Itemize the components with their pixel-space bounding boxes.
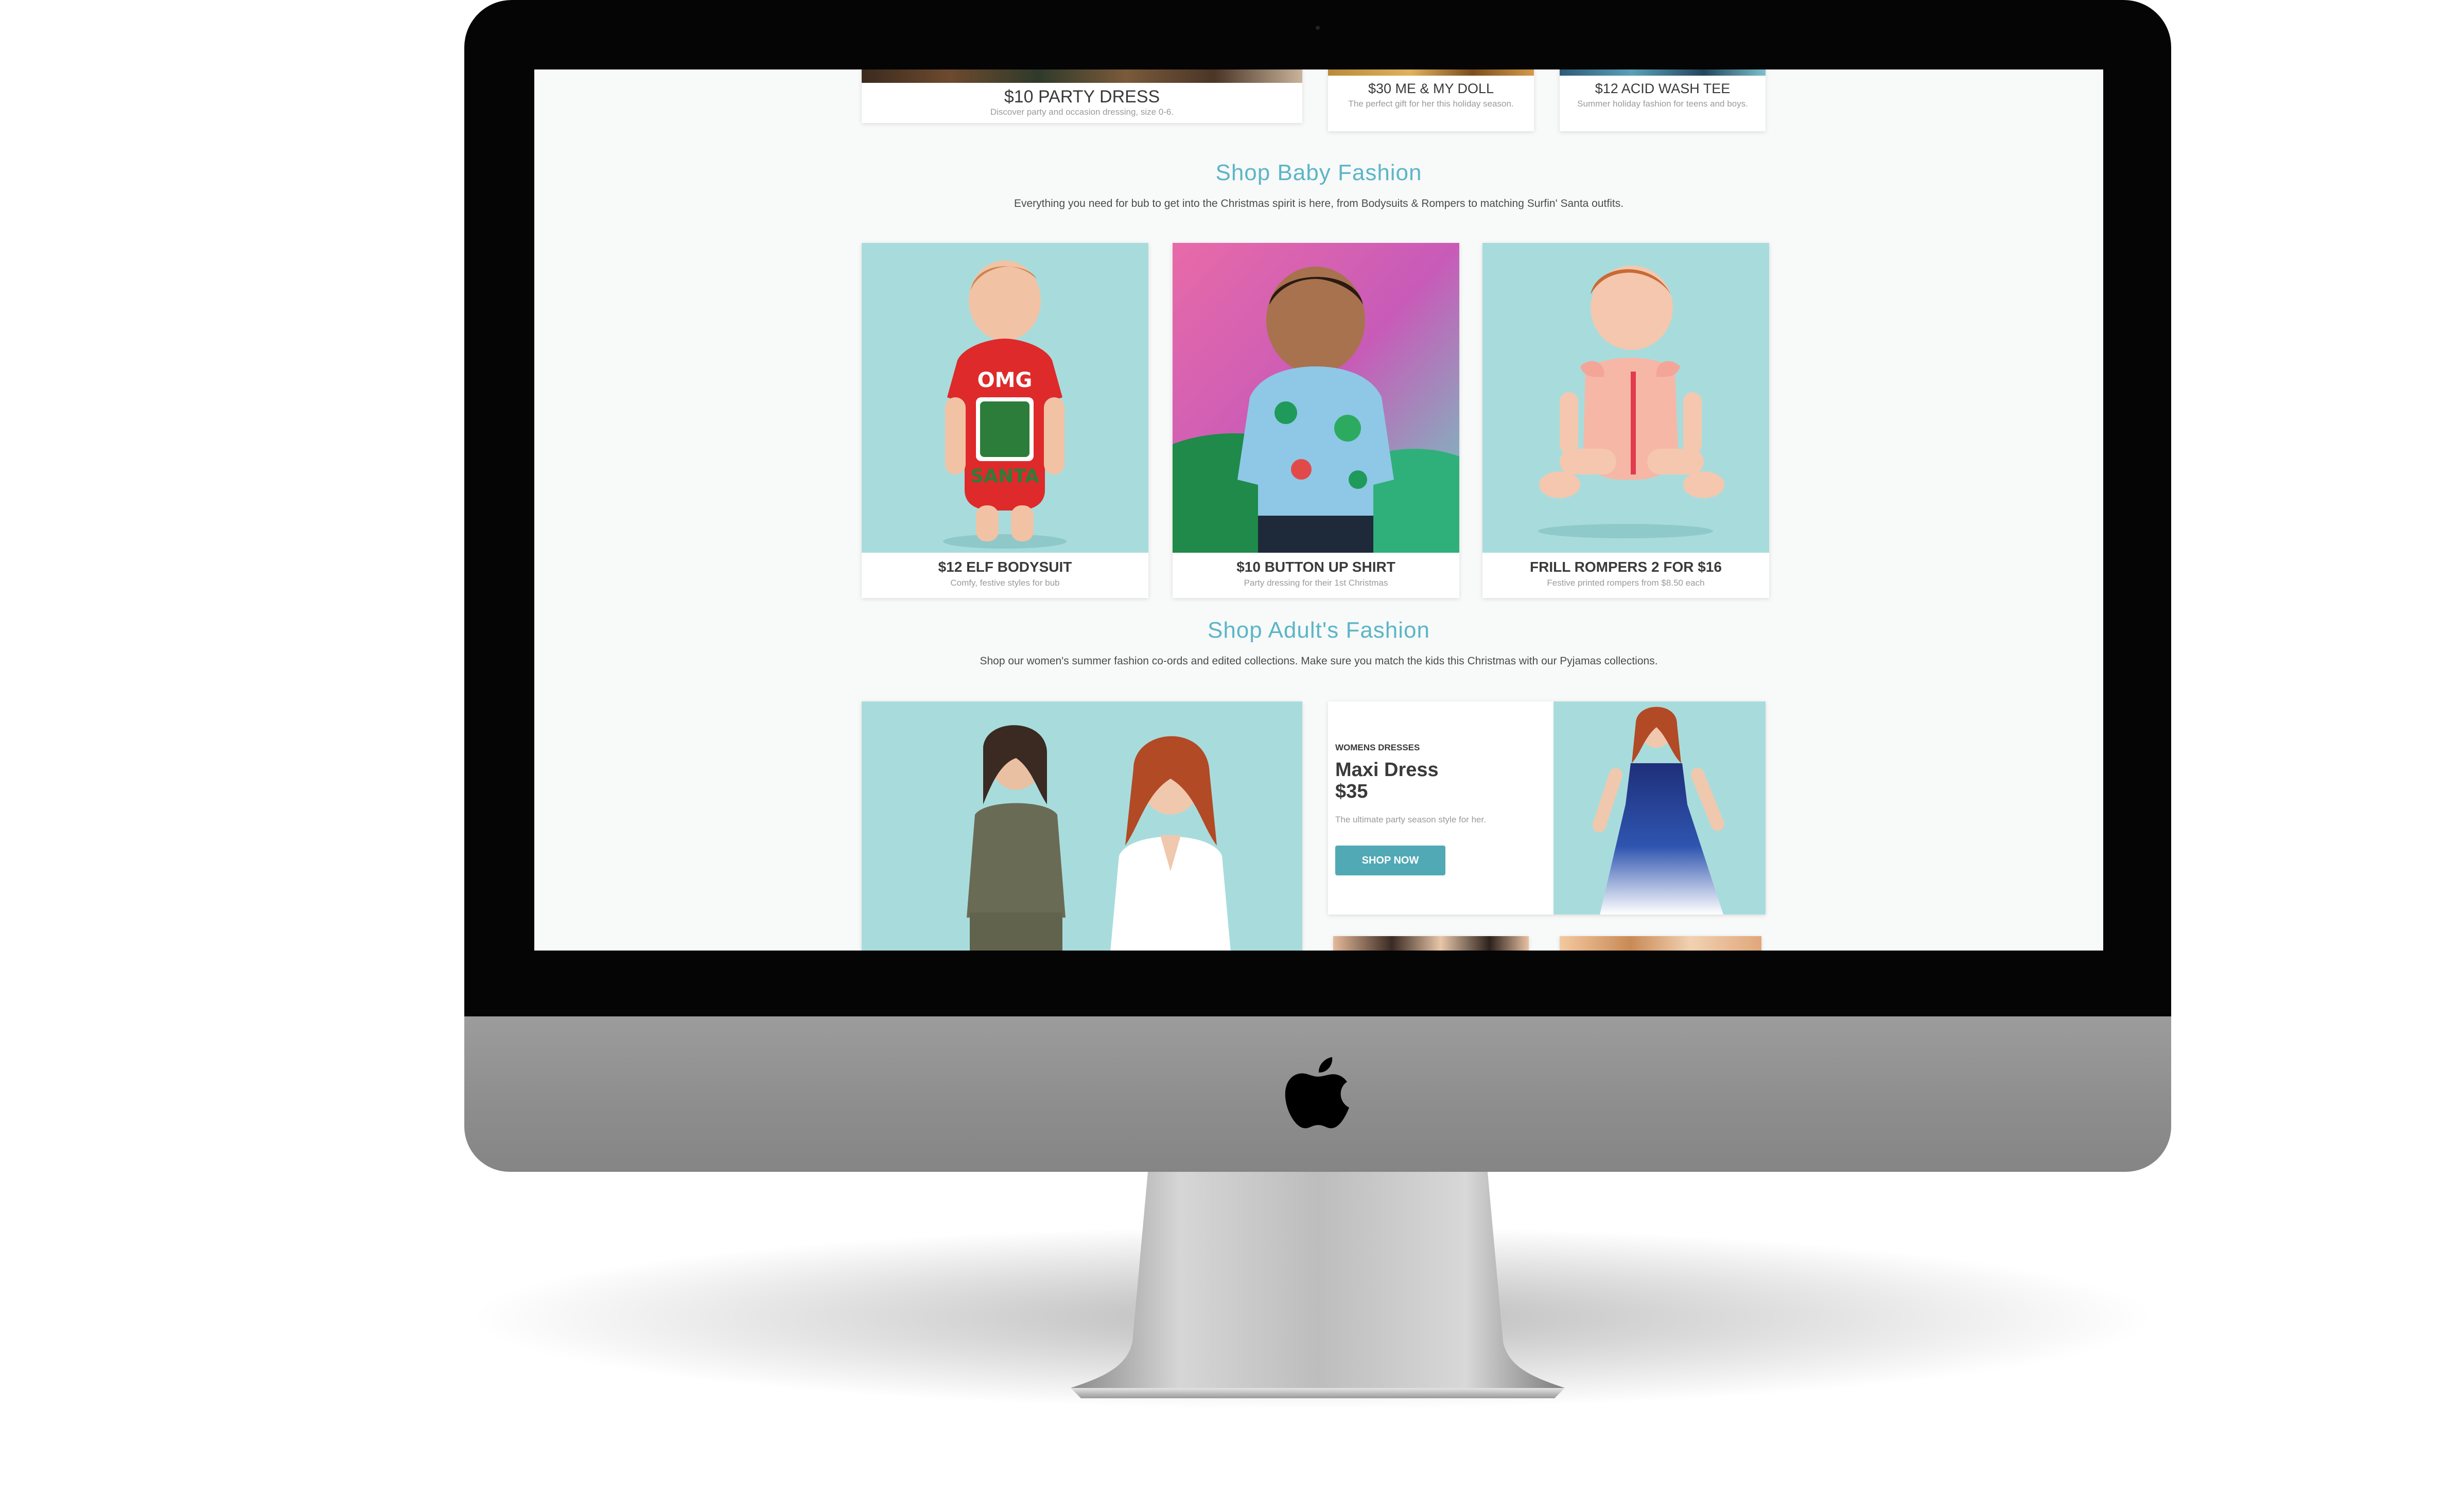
party-dress-photo xyxy=(862,69,1302,83)
product-card-acid-wash-tee[interactable]: $12 ACID WASH TEE Summer holiday fashion… xyxy=(1560,69,1766,131)
card-subtitle: Festive printed rompers from $8.50 each xyxy=(1547,578,1705,588)
monitor-stand xyxy=(1071,1172,1565,1398)
promo-eyebrow: WOMENS DRESSES xyxy=(1335,743,1420,752)
shop-now-button[interactable]: SHOP NOW xyxy=(1335,846,1445,875)
product-card-frill-rompers[interactable]: FRILL ROMPERS 2 FOR $16 Festive printed … xyxy=(1482,243,1769,598)
card-subtitle: Summer holiday fashion for teens and boy… xyxy=(1577,99,1748,109)
card-title: $10 BUTTON UP SHIRT xyxy=(1236,559,1395,575)
tee-photo xyxy=(1560,69,1766,76)
baby-section-heading: Shop Baby Fashion xyxy=(1215,160,1422,185)
partial-photo xyxy=(1560,936,1761,951)
card-title: $30 ME & MY DOLL xyxy=(1368,81,1494,96)
card-title: $12 ELF BODYSUIT xyxy=(938,559,1072,575)
partial-product-card[interactable] xyxy=(1333,936,1529,951)
doll-photo xyxy=(1328,69,1534,76)
card-subtitle: The perfect gift for her this holiday se… xyxy=(1348,99,1514,109)
card-title: FRILL ROMPERS 2 FOR $16 xyxy=(1530,559,1722,575)
product-card-button-up-shirt[interactable]: $10 BUTTON UP SHIRT Party dressing for t… xyxy=(1173,243,1459,598)
card-title: $12 ACID WASH TEE xyxy=(1595,81,1731,96)
elf-bodysuit-photo: OMG SANTA xyxy=(862,243,1148,553)
promo-title-line2: $35 xyxy=(1335,781,1368,802)
adult-coords-banner[interactable] xyxy=(862,701,1302,951)
camera xyxy=(1316,26,1320,30)
apple-logo-icon xyxy=(1285,1057,1349,1129)
product-card-party-dress[interactable]: $10 PARTY DRESS Discover party and occas… xyxy=(862,69,1302,123)
browser-viewport[interactable]: $10 PARTY DRESS Discover party and occas… xyxy=(534,69,2103,951)
baby-section-intro: Everything you need for bub to get into … xyxy=(1014,198,1624,209)
frill-rompers-photo xyxy=(1482,243,1769,553)
adult-coords-photo xyxy=(862,701,1302,951)
card-subtitle: Party dressing for their 1st Christmas xyxy=(1244,578,1388,588)
maxi-dress-promo[interactable]: WOMENS DRESSES Maxi Dress $35 The ultima… xyxy=(1328,701,1766,915)
partial-photo xyxy=(1333,936,1529,951)
partial-product-card[interactable] xyxy=(1560,936,1761,951)
promo-title-line1: Maxi Dress xyxy=(1335,759,1439,781)
product-card-elf-bodysuit[interactable]: OMG SANTA $12 ELF BODYSUIT Comfy, festiv… xyxy=(862,243,1148,598)
button-up-shirt-photo xyxy=(1173,243,1459,553)
card-subtitle: Comfy, festive styles for bub xyxy=(950,578,1060,588)
card-title: $10 PARTY DRESS xyxy=(1004,87,1160,107)
adult-section-intro: Shop our women's summer fashion co-ords … xyxy=(980,655,1658,667)
shirt-text-top: OMG xyxy=(977,368,1033,392)
shirt-text-bottom: SANTA xyxy=(970,466,1039,487)
promo-description: The ultimate party season style for her. xyxy=(1335,815,1486,824)
adult-section-heading: Shop Adult's Fashion xyxy=(1207,618,1430,643)
product-card-me-and-my-doll[interactable]: $30 ME & MY DOLL The perfect gift for he… xyxy=(1328,69,1534,131)
maxi-dress-photo xyxy=(1553,701,1766,915)
card-subtitle: Discover party and occasion dressing, si… xyxy=(990,107,1174,117)
